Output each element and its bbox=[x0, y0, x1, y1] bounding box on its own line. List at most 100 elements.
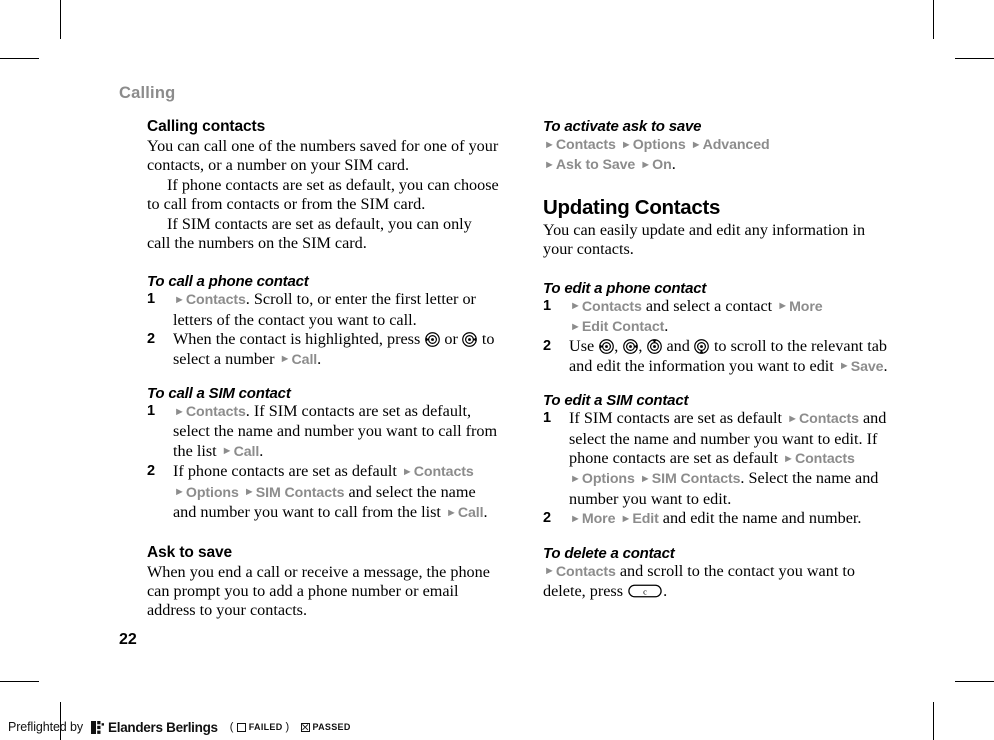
menu-arrow-icon: ► bbox=[787, 412, 798, 425]
menu-token-contacts: Contacts bbox=[555, 563, 616, 580]
preflight-passed-label: PASSED bbox=[312, 722, 351, 732]
heading-ask-to-save: Ask to save bbox=[147, 543, 233, 561]
menu-arrow-icon: ► bbox=[777, 300, 789, 313]
elanders-logo-icon bbox=[91, 720, 105, 734]
menu-token-contacts: Contacts bbox=[413, 464, 474, 481]
step-text: ►Contacts. If SIM contacts are set as de… bbox=[173, 402, 499, 462]
menu-token-options: Options bbox=[581, 471, 635, 488]
menu-arrow-icon: ► bbox=[620, 512, 632, 525]
preflight-failed-label: FAILED bbox=[248, 722, 283, 732]
menu-arrow-icon: ► bbox=[243, 486, 255, 499]
step-number: 2 bbox=[147, 331, 156, 348]
step-item: 2 ►More ►Edit and edit the name and numb… bbox=[543, 509, 895, 529]
heading-to-delete-a-contact: To delete a contact bbox=[543, 544, 675, 562]
crop-mark-top-right-vertical bbox=[933, 0, 935, 39]
nav-key-down-icon bbox=[694, 339, 710, 354]
menu-arrow-icon: ► bbox=[544, 138, 555, 151]
heading-updating-contacts: Updating Contacts bbox=[543, 195, 721, 219]
step-item: 2 Use , , and to scroll to the relevant … bbox=[543, 337, 895, 377]
crop-mark-bottom-left-horizontal bbox=[0, 681, 39, 683]
step-item: 1 ►Contacts. If SIM contacts are set as … bbox=[147, 402, 499, 462]
step-text: ►Contacts and select a contact ►More ►Edi… bbox=[569, 297, 895, 338]
step-text-run: and edit the name and number. bbox=[658, 509, 862, 528]
step-text-run: . bbox=[883, 356, 888, 375]
heading-to-call-a-phone-contact: To call a phone contact bbox=[147, 273, 309, 291]
step-number: 2 bbox=[543, 338, 552, 355]
content-column-right: To activate ask to save ►Contacts ►Optio… bbox=[543, 118, 895, 602]
steps-edit-phone-contact: 1 ►Contacts and select a contact ►More ►E… bbox=[543, 297, 895, 378]
menu-token-more: More bbox=[581, 511, 616, 528]
preflight-failed-status: ( FAILED ) bbox=[230, 721, 290, 733]
menu-arrow-icon: ► bbox=[640, 158, 652, 171]
paragraph-calling-contacts-3: If SIM contacts are set as default, you … bbox=[147, 214, 472, 253]
menu-arrow-icon: ► bbox=[838, 360, 850, 373]
instruction-activate-ask-to-save: ►Contacts ►Options ►Advanced ►Ask to Save… bbox=[543, 135, 895, 176]
running-header: Calling bbox=[119, 84, 176, 102]
step-text-run: When the contact is highlighted, press bbox=[173, 330, 425, 349]
content-column-left: Calling contacts You can call one of the… bbox=[147, 118, 499, 621]
step-number: 1 bbox=[147, 291, 156, 308]
step-number: 1 bbox=[147, 403, 156, 420]
step-text-run: , bbox=[614, 337, 623, 356]
menu-arrow-icon: ► bbox=[620, 138, 632, 151]
heading-to-activate-ask-to-save: To activate ask to save bbox=[543, 118, 702, 135]
menu-token-sim-contacts: SIM Contacts bbox=[255, 484, 345, 501]
step-item: 1 If SIM contacts are set as default ►Co… bbox=[543, 409, 895, 509]
menu-token-contacts: Contacts bbox=[185, 292, 246, 309]
preflight-failed-checkbox[interactable] bbox=[236, 722, 246, 732]
step-text: If phone contacts are set as default ► Co… bbox=[173, 462, 499, 523]
svg-text:c: c bbox=[643, 586, 647, 596]
menu-arrow-icon: ► bbox=[639, 472, 651, 485]
heading-to-edit-a-phone-contact: To edit a phone contact bbox=[543, 279, 707, 297]
preflight-passed-checkbox[interactable] bbox=[300, 722, 310, 732]
nav-key-up-icon bbox=[647, 339, 662, 354]
step-text-run: and select a contact bbox=[641, 296, 777, 315]
step-text-run: Use bbox=[569, 337, 599, 356]
menu-arrow-icon: ► bbox=[783, 452, 794, 465]
menu-token-contacts: Contacts bbox=[799, 411, 859, 428]
step-number: 2 bbox=[543, 510, 552, 527]
instruction-text-run: . bbox=[671, 155, 676, 174]
step-number: 1 bbox=[543, 410, 552, 427]
step-text-run: If phone contacts are set as default bbox=[173, 462, 401, 481]
steps-call-sim-contact: 1 ►Contacts. If SIM contacts are set as … bbox=[147, 402, 499, 523]
paragraph-ask-to-save: When you end a call or receive a message… bbox=[147, 562, 490, 620]
menu-token-call: Call bbox=[233, 443, 260, 460]
menu-token-contacts: Contacts bbox=[185, 404, 246, 421]
paren-open: ( bbox=[229, 721, 234, 733]
menu-token-edit: Edit bbox=[632, 511, 659, 528]
step-text: ►Contacts. Scroll to, or enter the first… bbox=[173, 290, 499, 330]
menu-arrow-icon: ► bbox=[544, 158, 555, 171]
menu-token-sim-contacts: SIM Contacts bbox=[651, 471, 741, 488]
heading-to-call-a-sim-contact: To call a SIM contact bbox=[147, 385, 291, 403]
menu-arrow-icon: ► bbox=[445, 506, 457, 519]
step-text: ►More ►Edit and edit the name and number… bbox=[569, 509, 895, 529]
paragraph-calling-contacts-1: You can call one of the numbers saved fo… bbox=[147, 137, 499, 175]
step-text-run: . bbox=[483, 503, 488, 522]
step-text-run: If SIM contacts are set as default bbox=[569, 409, 787, 428]
menu-token-call: Call bbox=[291, 351, 318, 368]
step-text-run: and bbox=[662, 337, 694, 356]
menu-arrow-icon: ► bbox=[174, 293, 185, 306]
step-item: 2 If phone contacts are set as default ►… bbox=[147, 462, 499, 523]
step-number: 2 bbox=[147, 463, 156, 480]
paragraph-calling-contacts-2: If phone contacts are set as default, yo… bbox=[147, 175, 499, 214]
menu-arrow-icon: ► bbox=[544, 565, 555, 578]
menu-arrow-icon: ► bbox=[174, 405, 185, 418]
nav-key-right-icon bbox=[622, 339, 638, 354]
crop-mark-bottom-right-horizontal bbox=[955, 681, 994, 683]
menu-arrow-icon: ► bbox=[690, 138, 702, 151]
preflight-footer: Preflighted by Elanders Berlings ( FAILE… bbox=[8, 718, 351, 736]
crop-mark-top-left-horizontal bbox=[0, 58, 39, 60]
step-text-run: or bbox=[440, 330, 462, 349]
menu-token-contacts: Contacts bbox=[581, 298, 642, 315]
menu-arrow-icon: ► bbox=[570, 300, 581, 313]
menu-token-on: On bbox=[652, 157, 672, 174]
clear-key-icon: c bbox=[628, 583, 662, 599]
menu-arrow-icon: ► bbox=[570, 472, 581, 485]
nav-key-left-icon bbox=[424, 331, 440, 347]
